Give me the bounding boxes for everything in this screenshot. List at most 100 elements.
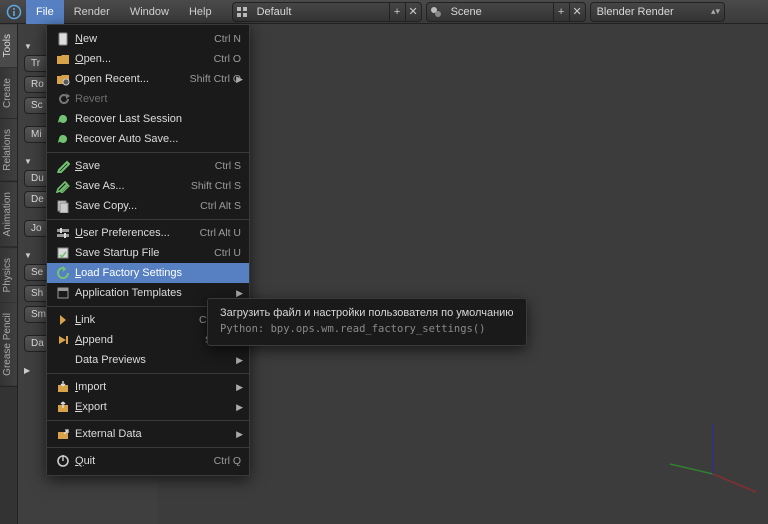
menu-item-label: New — [73, 33, 208, 45]
save-icon — [53, 159, 73, 173]
disclosure-triangle-icon: ▼ — [24, 157, 32, 166]
scene-browse-icon[interactable] — [427, 6, 445, 18]
menu-item-label: Export — [73, 401, 241, 413]
import-icon — [53, 380, 73, 394]
prefs-icon — [53, 226, 73, 240]
scene-selector[interactable]: Scene + ✕ — [426, 2, 586, 22]
menu-item-ser-preferences[interactable]: User Preferences...Ctrl Alt U — [47, 223, 249, 243]
renderer-selector[interactable]: Blender Render ▴▾ — [590, 2, 725, 22]
menu-item-label: Save Copy... — [73, 200, 194, 212]
menu-window[interactable]: Window — [120, 0, 179, 24]
saveas-icon — [53, 179, 73, 193]
chevron-updown-icon: ▴▾ — [708, 6, 724, 17]
submenu-arrow-icon: ▶ — [236, 74, 243, 85]
menu-item-shortcut: Ctrl Q — [208, 455, 241, 467]
tool-tabs: Tools Create Relations Animation Physics… — [0, 24, 18, 524]
layout-selector[interactable]: Default + ✕ — [232, 2, 422, 22]
layout-remove-button[interactable]: ✕ — [405, 3, 421, 21]
disclosure-triangle-icon: ▼ — [24, 42, 32, 51]
menu-item-shortcut: Shift Ctrl S — [185, 180, 241, 192]
menu-item-uit[interactable]: QuitCtrl Q — [47, 451, 249, 471]
menu-item-recover-last-session[interactable]: Recover Last Session — [47, 109, 249, 129]
menu-item-label: Save As... — [73, 180, 185, 192]
menu-help[interactable]: Help — [179, 0, 222, 24]
menu-render[interactable]: Render — [64, 0, 120, 24]
menu-item-shortcut: Ctrl N — [208, 33, 241, 45]
menu-item-oad-factory-settings[interactable]: Load Factory Settings — [47, 263, 249, 283]
menu-item-label: Save Startup File — [73, 247, 208, 259]
tab-relations[interactable]: Relations — [0, 119, 17, 182]
new-icon — [53, 32, 73, 46]
tab-tools[interactable]: Tools — [0, 24, 17, 68]
scene-remove-button[interactable]: ✕ — [569, 3, 585, 21]
submenu-arrow-icon: ▶ — [236, 355, 243, 366]
tab-physics[interactable]: Physics — [0, 248, 17, 303]
submenu-arrow-icon: ▶ — [236, 288, 243, 299]
tooltip-python: Python: bpy.ops.wm.read_factory_settings… — [220, 323, 514, 335]
layout-browse-icon[interactable] — [233, 6, 251, 18]
menu-item-data-previews[interactable]: Data Previews▶ — [47, 350, 249, 370]
menu-item-save-as[interactable]: Save As...Shift Ctrl S — [47, 176, 249, 196]
recover-auto-icon — [53, 132, 73, 146]
menu-item-shortcut: Ctrl O — [208, 53, 241, 65]
tab-grease-pencil[interactable]: Grease Pencil — [0, 303, 17, 387]
submenu-arrow-icon: ▶ — [236, 402, 243, 413]
menu-item-shortcut: Ctrl S — [209, 160, 241, 172]
menu-separator — [47, 219, 249, 220]
menu-item-shortcut: Ctrl U — [208, 247, 241, 259]
scene-add-button[interactable]: + — [553, 3, 569, 21]
menu-item-label: Quit — [73, 455, 208, 467]
menu-separator — [47, 373, 249, 374]
menu-separator — [47, 447, 249, 448]
axis-gizmo — [668, 404, 758, 494]
menu-item-label: Save — [73, 160, 209, 172]
menu-item-shortcut: Ctrl Alt S — [194, 200, 241, 212]
tab-animation[interactable]: Animation — [0, 182, 17, 247]
menu-item-save-startup-file[interactable]: Save Startup FileCtrl U — [47, 243, 249, 263]
menu-item-label: Open Recent... — [73, 73, 184, 85]
renderer-value: Blender Render — [591, 6, 708, 18]
external-icon — [53, 427, 73, 441]
menu-item-label: Append — [73, 334, 199, 346]
menu-separator — [47, 152, 249, 153]
quit-icon — [53, 454, 73, 468]
tab-create[interactable]: Create — [0, 68, 17, 119]
menu-separator — [47, 420, 249, 421]
menu-item-external-data[interactable]: External Data▶ — [47, 424, 249, 444]
savecopy-icon — [53, 199, 73, 213]
layout-add-button[interactable]: + — [389, 3, 405, 21]
menu-item-label: Recover Auto Save... — [73, 133, 241, 145]
menu-item-label: Recover Last Session — [73, 113, 241, 125]
menu-item-label: Import — [73, 381, 241, 393]
recover-icon — [53, 112, 73, 126]
menu-item-label: Open... — [73, 53, 208, 65]
recent-icon — [53, 72, 73, 86]
menu-item-revert: Revert — [47, 89, 249, 109]
menu-item-ew[interactable]: NewCtrl N — [47, 29, 249, 49]
menu-item-ave[interactable]: SaveCtrl S — [47, 156, 249, 176]
menu-item-label: Link — [73, 314, 193, 326]
factory-icon — [53, 266, 73, 280]
tooltip-description: Загрузить файл и настройки пользователя … — [220, 307, 514, 319]
menu-item-shortcut: Ctrl Alt U — [194, 227, 241, 239]
menu-item-label: External Data — [73, 428, 241, 440]
menu-item-label: Load Factory Settings — [73, 267, 241, 279]
menu-item-xport[interactable]: Export▶ — [47, 397, 249, 417]
savestartup-icon — [53, 246, 73, 260]
layout-value[interactable]: Default — [251, 6, 389, 18]
menu-item-open-recent[interactable]: Open Recent...Shift Ctrl O▶ — [47, 69, 249, 89]
menu-item-mport[interactable]: Import▶ — [47, 377, 249, 397]
menu-item-shortcut: Shift Ctrl O — [184, 73, 241, 85]
scene-value[interactable]: Scene — [445, 6, 553, 18]
menu-item-save-copy[interactable]: Save Copy...Ctrl Alt S — [47, 196, 249, 216]
menu-item-label: User Preferences... — [73, 227, 194, 239]
tooltip: Загрузить файл и настройки пользователя … — [207, 298, 527, 346]
submenu-arrow-icon: ▶ — [236, 429, 243, 440]
menu-file[interactable]: File — [26, 0, 64, 24]
top-header: File Render Window Help Default + ✕ Scen… — [0, 0, 768, 24]
menu-item-recover-auto-save[interactable]: Recover Auto Save... — [47, 129, 249, 149]
apptmpl-icon — [53, 286, 73, 300]
menu-item-pen[interactable]: Open...Ctrl O — [47, 49, 249, 69]
disclosure-triangle-icon: ▶ — [24, 366, 30, 375]
info-icon[interactable] — [4, 2, 24, 22]
